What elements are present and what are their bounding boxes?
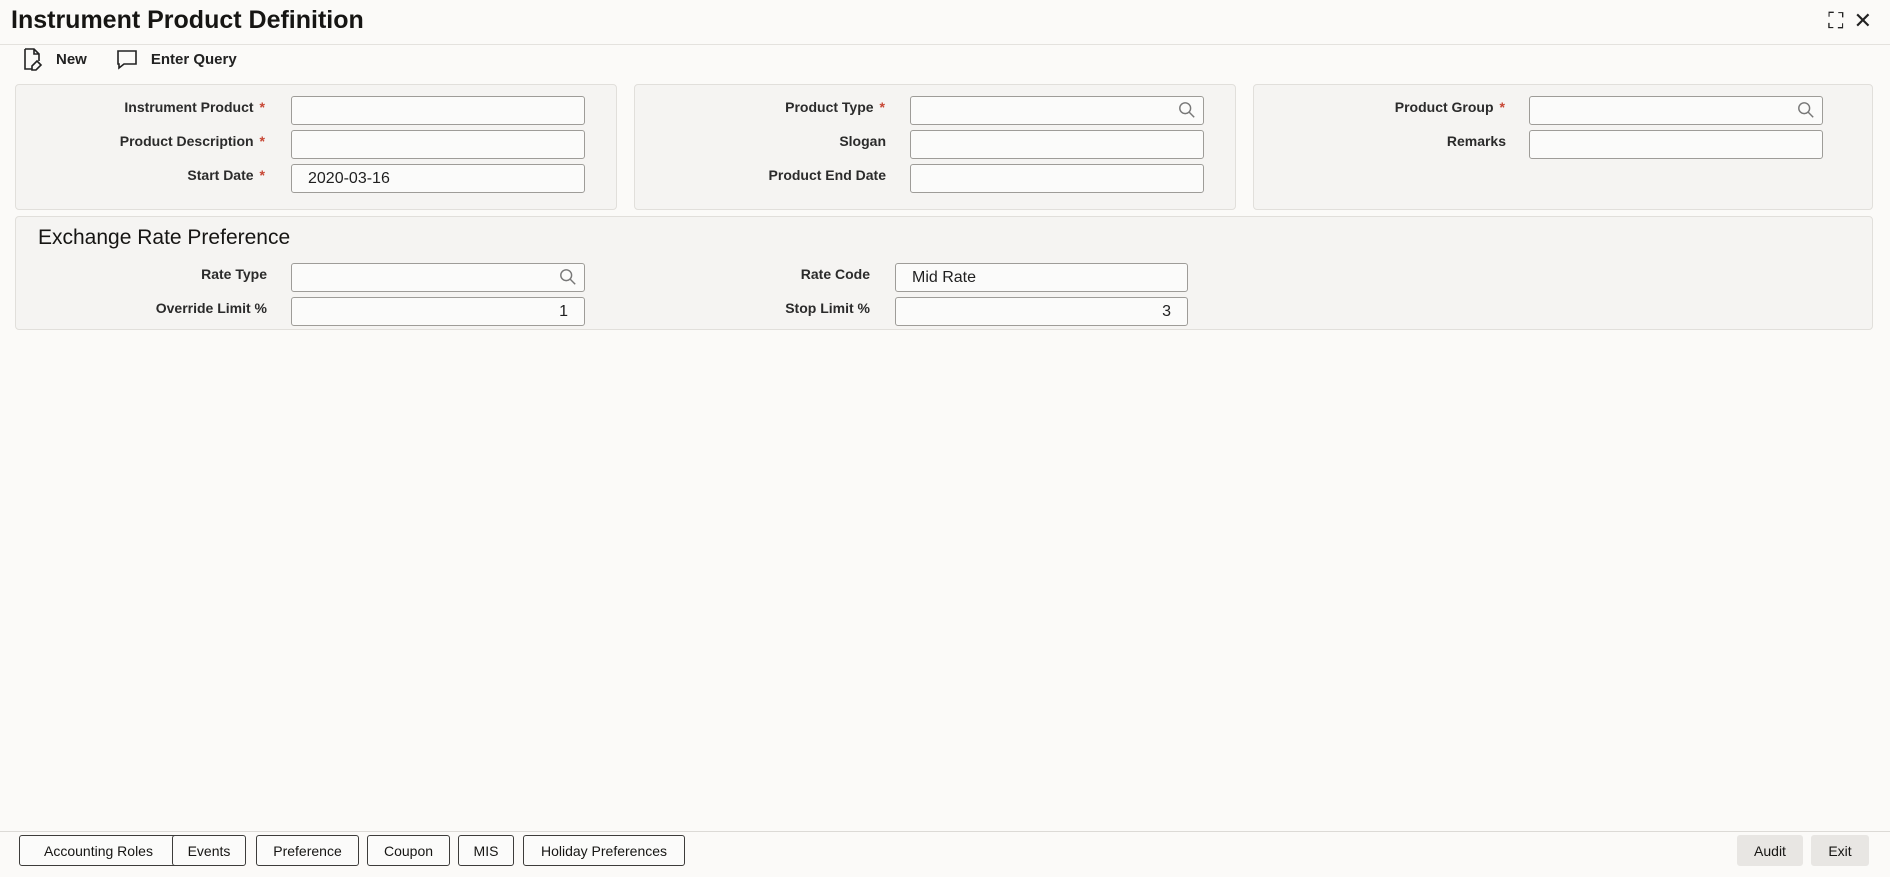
rate-type-input[interactable] (291, 263, 585, 292)
coupon-button[interactable]: Coupon (367, 835, 450, 866)
product-type-input[interactable] (910, 96, 1204, 125)
remarks-label: Remarks (1446, 133, 1506, 149)
rate-type-label: Rate Type (201, 266, 267, 282)
product-group-input[interactable] (1529, 96, 1823, 125)
new-button[interactable]: New (20, 47, 87, 71)
toolbar: New Enter Query (20, 47, 237, 71)
product-type-search-icon[interactable] (1178, 101, 1196, 119)
chat-bubble-icon (117, 50, 137, 70)
start-date-input[interactable]: 2020-03-16 (291, 164, 585, 193)
accounting-roles-button[interactable]: Accounting Roles (19, 835, 178, 866)
product-description-input[interactable] (291, 130, 585, 159)
events-button[interactable]: Events (172, 835, 246, 866)
title-divider (0, 44, 1890, 45)
page-title: Instrument Product Definition (11, 6, 364, 34)
new-document-icon (24, 48, 43, 71)
exchange-rate-section-title: Exchange Rate Preference (38, 226, 291, 249)
enter-query-button[interactable]: Enter Query (115, 47, 237, 71)
product-group-label: Product Group * (1394, 99, 1505, 115)
audit-button[interactable]: Audit (1737, 835, 1803, 866)
instrument-product-label: Instrument Product * (124, 99, 265, 115)
mis-button[interactable]: MIS (458, 835, 514, 866)
override-limit-input[interactable]: 1 (291, 297, 585, 326)
new-button-label: New (56, 50, 87, 68)
holiday-preferences-button[interactable]: Holiday Preferences (523, 835, 685, 866)
product-end-date-input[interactable] (910, 164, 1204, 193)
minimize-icon[interactable]: ⛶ (1828, 8, 1843, 34)
exit-button[interactable]: Exit (1811, 835, 1869, 866)
slogan-input[interactable] (910, 130, 1204, 159)
remarks-input[interactable] (1529, 130, 1823, 159)
stop-limit-input[interactable]: 3 (895, 297, 1188, 326)
preference-button[interactable]: Preference (256, 835, 359, 866)
product-end-date-label: Product End Date (768, 167, 886, 183)
rate-code-label: Rate Code (800, 266, 870, 282)
product-group-search-icon[interactable] (1797, 101, 1815, 119)
product-type-label: Product Type * (785, 99, 885, 115)
rate-code-input[interactable]: Mid Rate (895, 263, 1188, 292)
product-description-label: Product Description * (119, 133, 265, 149)
stop-limit-label: Stop Limit % (785, 300, 870, 316)
override-limit-label: Override Limit % (155, 300, 267, 316)
slogan-label: Slogan (839, 133, 886, 149)
instrument-product-input[interactable] (291, 96, 585, 125)
start-date-label: Start Date * (187, 167, 265, 183)
close-icon[interactable]: ✕ (1854, 8, 1872, 34)
rate-type-search-icon[interactable] (559, 268, 577, 286)
enter-query-label: Enter Query (150, 50, 237, 68)
